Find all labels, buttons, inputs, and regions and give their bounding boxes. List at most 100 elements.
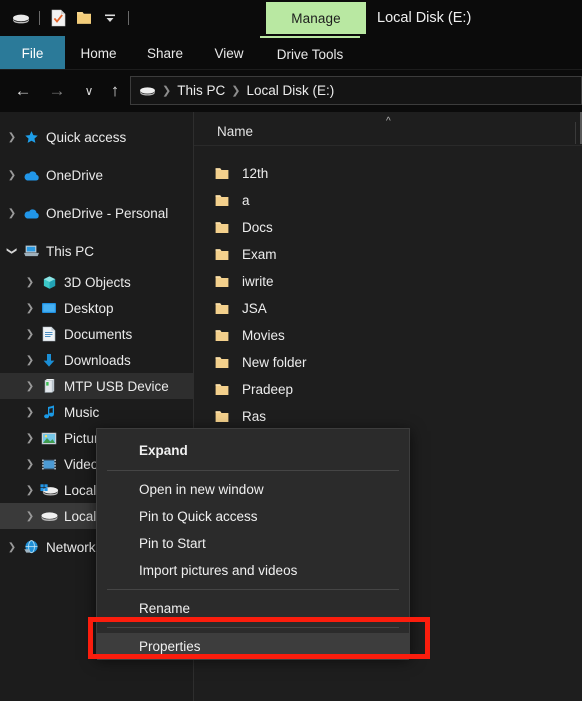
context-menu-item-import-pictures-and-videos[interactable]: Import pictures and videos — [97, 557, 409, 584]
chevron-right-icon[interactable]: ❯ — [22, 399, 38, 425]
desktop-icon — [38, 295, 60, 321]
chevron-right-icon[interactable]: ❯ — [4, 162, 20, 188]
tab-file[interactable]: File — [0, 36, 65, 70]
folder-icon — [215, 248, 239, 261]
sidebar-item-label: OneDrive - Personal — [46, 205, 169, 221]
list-item[interactable]: Exam — [194, 241, 582, 268]
breadcrumb-local-disk-e[interactable]: Local Disk (E:) — [246, 83, 334, 98]
chevron-right-icon[interactable]: ❯ — [4, 200, 20, 226]
sidebar-item-3d-objects[interactable]: ❯ 3D Objects — [0, 269, 193, 295]
chevron-right-icon[interactable]: ❯ — [22, 373, 38, 399]
sidebar-item-onedrive[interactable]: ❯ OneDrive — [0, 162, 193, 188]
list-item[interactable]: JSA — [194, 295, 582, 322]
list-item[interactable]: Movies — [194, 322, 582, 349]
tab-share[interactable]: Share — [132, 36, 198, 70]
chevron-right-icon[interactable]: ❯ — [4, 124, 20, 150]
sidebar-item-label: 3D Objects — [64, 274, 131, 290]
list-item[interactable]: New folder — [194, 349, 582, 376]
document-icon — [38, 321, 60, 347]
context-menu-item-expand[interactable]: Expand — [97, 435, 409, 465]
forward-button[interactable]: → — [44, 79, 70, 103]
sidebar-item-label: Music — [64, 404, 100, 420]
list-item[interactable]: 12th — [194, 160, 582, 187]
window-title: Local Disk (E:) — [377, 10, 472, 26]
sidebar-item-quick-access[interactable]: ❯ Quick access — [0, 124, 193, 150]
file-explorer-window: Manage Local Disk (E:) File Home Share V… — [0, 0, 582, 701]
file-name: a — [242, 193, 250, 208]
chevron-right-icon[interactable]: ❯ — [22, 425, 38, 451]
context-menu-item-open-in-new-window[interactable]: Open in new window — [97, 476, 409, 503]
chevron-right-icon[interactable]: ❯ — [22, 451, 38, 477]
chevron-right-icon[interactable]: ❯ — [22, 477, 38, 503]
sidebar-item-label: Network — [46, 539, 96, 555]
chevron-right-icon[interactable]: ❯ — [22, 269, 38, 295]
file-name: New folder — [242, 355, 307, 370]
folder-icon — [215, 383, 239, 396]
network-icon — [20, 534, 42, 560]
context-menu: Expand Open in new window Pin to Quick a… — [96, 428, 410, 660]
context-menu-item-properties[interactable]: Properties — [97, 633, 409, 660]
star-icon — [20, 124, 42, 150]
sidebar-item-this-pc[interactable]: ❯ This PC — [0, 238, 193, 264]
music-icon — [38, 399, 60, 425]
chevron-right-icon[interactable]: ❯ — [22, 295, 38, 321]
file-name: Docs — [242, 220, 273, 235]
file-name: Pradeep — [242, 382, 294, 397]
customize-dropdown-icon[interactable] — [97, 0, 123, 36]
video-icon — [38, 451, 60, 477]
context-menu-item-rename[interactable]: Rename — [97, 595, 409, 622]
contextual-tab-manage[interactable]: Manage — [266, 2, 366, 34]
context-menu-separator — [107, 627, 399, 628]
list-item[interactable]: Pradeep — [194, 376, 582, 403]
column-resize-handle[interactable] — [575, 122, 576, 144]
chevron-right-icon[interactable]: ❯ — [22, 321, 38, 347]
ribbon-tab-strip: File Home Share View Drive Tools — [0, 36, 582, 70]
new-folder-icon[interactable] — [71, 0, 97, 36]
file-name: Movies — [242, 328, 285, 343]
tab-drive-tools[interactable]: Drive Tools — [260, 36, 360, 70]
sidebar-item-desktop[interactable]: ❯ Desktop — [0, 295, 193, 321]
column-header-name[interactable]: Name — [217, 124, 253, 139]
context-menu-item-pin-to-start[interactable]: Pin to Start — [97, 530, 409, 557]
list-item[interactable]: a — [194, 187, 582, 214]
breadcrumb-separator-icon: ❯ — [231, 85, 241, 97]
up-button[interactable]: ↑ — [102, 79, 128, 103]
system-disk-icon — [38, 477, 60, 503]
sidebar-item-mtp-usb-device[interactable]: ❯ MTP USB Device — [0, 373, 193, 399]
usb-device-icon — [38, 373, 60, 399]
chevron-down-icon[interactable]: ❯ — [0, 243, 25, 259]
toolbar-divider-2 — [128, 11, 129, 25]
file-name: 12th — [242, 166, 269, 181]
sidebar-item-label: Documents — [64, 326, 133, 342]
context-menu-separator — [107, 470, 399, 471]
cube-icon — [38, 269, 60, 295]
list-item[interactable]: Ras — [194, 403, 582, 430]
file-name: iwrite — [242, 274, 274, 289]
sidebar-item-documents[interactable]: ❯ Documents — [0, 321, 193, 347]
tab-view[interactable]: View — [198, 36, 260, 70]
address-bar[interactable]: ❯ This PC ❯ Local Disk (E:) — [130, 76, 582, 105]
file-name: JSA — [242, 301, 267, 316]
drive-icon[interactable] — [8, 0, 34, 36]
sidebar-item-label: MTP USB Device — [64, 378, 169, 394]
recent-locations-icon[interactable]: ∨ — [76, 79, 102, 103]
sidebar-item-onedrive-personal[interactable]: ❯ OneDrive - Personal — [0, 200, 193, 226]
sort-ascending-icon[interactable]: ^ — [386, 116, 391, 127]
sidebar-item-downloads[interactable]: ❯ Downloads — [0, 347, 193, 373]
list-item[interactable]: Docs — [194, 214, 582, 241]
chevron-right-icon[interactable]: ❯ — [4, 534, 20, 560]
folder-icon — [215, 329, 239, 342]
chevron-right-icon[interactable]: ❯ — [22, 347, 38, 373]
sidebar-item-label: OneDrive — [46, 167, 104, 183]
chevron-right-icon[interactable]: ❯ — [22, 503, 38, 529]
breadcrumb-this-pc[interactable]: This PC — [177, 83, 225, 98]
picture-icon — [38, 425, 60, 451]
tab-home[interactable]: Home — [65, 36, 132, 70]
properties-icon[interactable] — [45, 0, 71, 36]
file-name: Exam — [242, 247, 277, 262]
back-button[interactable]: ← — [10, 79, 36, 103]
list-item[interactable]: iwrite — [194, 268, 582, 295]
sidebar-item-music[interactable]: ❯ Music — [0, 399, 193, 425]
cloud-icon — [20, 200, 42, 226]
context-menu-item-pin-to-quick-access[interactable]: Pin to Quick access — [97, 503, 409, 530]
